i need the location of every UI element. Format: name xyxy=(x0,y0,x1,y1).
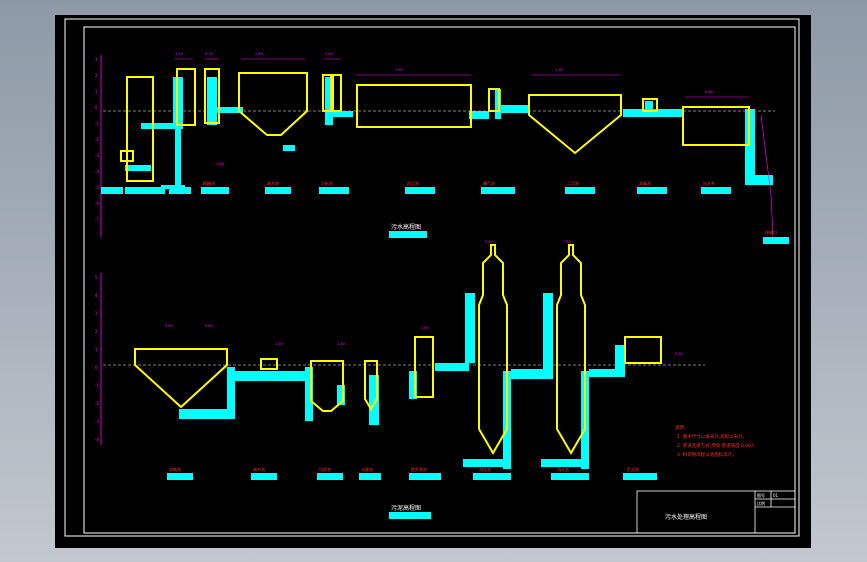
section-label: 曝气池 xyxy=(483,180,495,186)
svg-text:0.80: 0.80 xyxy=(705,90,713,94)
svg-text:0: 0 xyxy=(95,365,98,370)
svg-text:-3: -3 xyxy=(95,153,99,158)
svg-text:-4: -4 xyxy=(95,169,99,174)
svg-text:1.90: 1.90 xyxy=(395,68,403,72)
section-label: 计量池 xyxy=(361,466,373,472)
svg-text:2.60: 2.60 xyxy=(421,326,429,330)
sludge-storage xyxy=(624,336,662,364)
svg-text:1.30: 1.30 xyxy=(555,68,563,72)
svg-text:3: 3 xyxy=(95,311,98,316)
grit-chamber xyxy=(238,72,308,136)
sludge-profile: 5 4 3 2 1 0 -1 -2 -3 -4 3.80 3.601.50 1.202.60… xyxy=(95,240,705,519)
svg-text:-1: -1 xyxy=(95,383,99,388)
svg-text:-4: -4 xyxy=(95,437,99,442)
bottom-view-title: 污泥高程图 xyxy=(391,504,421,512)
svg-text:1.20: 1.20 xyxy=(337,342,345,346)
svg-text:3: 3 xyxy=(95,57,98,62)
bottom-section-labels: 浓缩池 调节池 均质池 计量池 提升泵房 消化池 消化池 贮泥池 xyxy=(169,466,639,472)
section-label: 二沉池 xyxy=(567,180,579,186)
section-label: 出水井 xyxy=(703,180,715,186)
notes-heading: 说明： xyxy=(675,424,689,431)
section-label: 浓缩池 xyxy=(169,466,181,472)
note-line: 1. 图中尺寸以毫米计,高程以米计。 xyxy=(677,433,747,440)
section-label: 均质池 xyxy=(319,466,331,472)
section-label: 提升泵房 xyxy=(411,466,427,472)
water-profile: 3 2 1 0 -1 -2 -3 -4 -5 -6 -7 3.50 3.20 2.80 2.4… xyxy=(95,52,789,244)
sludge-thickener xyxy=(134,348,228,409)
svg-text:-6: -6 xyxy=(95,201,99,206)
svg-text:7.80: 7.80 xyxy=(485,240,493,244)
svg-text:-2: -2 xyxy=(95,137,99,142)
top-view-title: 污水高程图 xyxy=(391,223,421,231)
svg-text:-3.10: -3.10 xyxy=(215,162,224,166)
svg-text:1.50: 1.50 xyxy=(275,342,283,346)
svg-text:-3: -3 xyxy=(95,419,99,424)
section-label: 沉砂池 xyxy=(321,180,333,186)
disinfection-tank xyxy=(682,106,750,146)
title-block-field-label: 比例 xyxy=(757,500,765,506)
svg-text:7.80: 7.80 xyxy=(563,240,571,244)
svg-text:3.20: 3.20 xyxy=(205,52,213,56)
svg-text:2.40: 2.40 xyxy=(325,52,333,56)
title-block-field-label: 图号 xyxy=(757,492,765,498)
section-label: 初沉池 xyxy=(407,180,419,186)
svg-text:3.50: 3.50 xyxy=(175,52,183,56)
svg-text:5: 5 xyxy=(95,275,98,280)
note-line: 3. 构筑物高程以池底标高计。 xyxy=(677,451,737,458)
elevation-drawing: 3 2 1 0 -1 -2 -3 -4 -5 -6 -7 3.50 3.20 2.80 2.4… xyxy=(64,18,800,537)
cad-viewport[interactable]: 3 2 1 0 -1 -2 -3 -4 -5 -6 -7 3.50 3.20 2.8… xyxy=(55,15,811,548)
section-label: 调节池 xyxy=(267,180,279,186)
svg-text:3.60: 3.60 xyxy=(205,324,213,328)
aeration-tank xyxy=(356,84,472,128)
section-label: 消毒池 xyxy=(639,180,651,186)
notes-block: 说明： 1. 图中尺寸以毫米计,高程以米计。 2. 管道连接方式 焊接 管道坡度… xyxy=(675,424,754,458)
svg-text:-1: -1 xyxy=(95,121,99,126)
svg-text:-7: -7 xyxy=(95,217,99,222)
title-block-title: 污水处理高程图 xyxy=(665,513,707,521)
svg-text:2: 2 xyxy=(95,329,98,334)
svg-text:-5: -5 xyxy=(95,185,99,190)
svg-text:0: 0 xyxy=(95,105,98,110)
secondary-clarifier xyxy=(528,94,622,155)
section-label: 排放口 xyxy=(765,229,777,235)
title-block-field-value: 01 xyxy=(773,493,779,498)
svg-text:-2: -2 xyxy=(95,401,99,406)
section-label: 消化池 xyxy=(557,466,569,472)
section-label: 贮泥池 xyxy=(627,466,639,472)
svg-text:4: 4 xyxy=(95,293,98,298)
digester-1 xyxy=(478,244,508,455)
svg-text:3.80: 3.80 xyxy=(165,324,173,328)
title-block xyxy=(636,490,796,534)
top-elevation-ticks: 3 2 1 0 -1 -2 -3 -4 -5 -6 -7 xyxy=(95,57,99,222)
section-label: 格栅间 xyxy=(203,180,215,186)
svg-text:1: 1 xyxy=(95,89,98,94)
svg-text:2: 2 xyxy=(95,73,98,78)
svg-text:2.80: 2.80 xyxy=(255,52,263,56)
digester-2 xyxy=(556,244,586,455)
section-label: 调节池 xyxy=(253,466,265,472)
note-line: 2. 管道连接方式 焊接 管道坡度 0.003 xyxy=(677,442,754,449)
svg-text:1: 1 xyxy=(95,347,98,352)
section-label: 消化池 xyxy=(479,466,491,472)
svg-text:0.60: 0.60 xyxy=(675,352,683,356)
